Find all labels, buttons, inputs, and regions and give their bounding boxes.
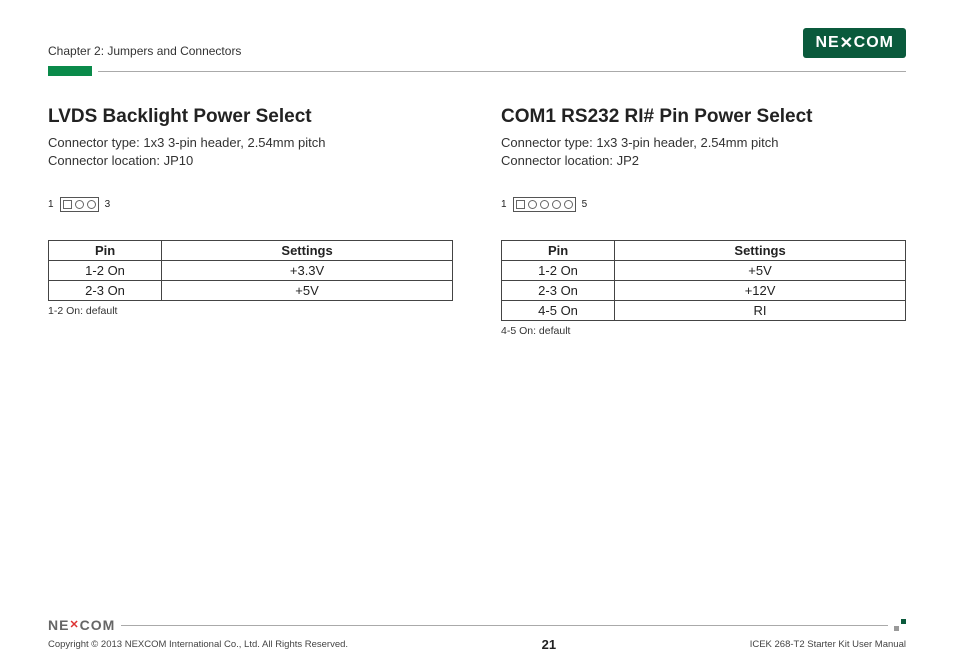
pin-icon xyxy=(552,200,561,209)
pin-label-start: 1 xyxy=(48,199,54,210)
settings-table: Pin Settings 1-2 On +5V 2-3 On +12V 4-5 … xyxy=(501,240,906,321)
settings-table: Pin Settings 1-2 On +3.3V 2-3 On +5V xyxy=(48,240,453,301)
section-title: LVDS Backlight Power Select xyxy=(48,106,453,128)
pin-label-start: 1 xyxy=(501,199,507,210)
pin-label-end: 5 xyxy=(582,199,588,210)
jumper-diagram: 1 3 xyxy=(48,197,453,212)
table-row: 2-3 On +12V xyxy=(502,281,906,301)
pin-icon xyxy=(87,200,96,209)
pin-icon xyxy=(63,200,72,209)
col-header-pin: Pin xyxy=(49,241,162,261)
corner-mark-icon xyxy=(894,619,906,631)
table-row: 1-2 On +5V xyxy=(502,261,906,281)
section-title: COM1 RS232 RI# Pin Power Select xyxy=(501,106,906,128)
col-header-settings: Settings xyxy=(162,241,453,261)
manual-name: ICEK 268-T2 Starter Kit User Manual xyxy=(750,639,906,650)
table-row: 4-5 On RI xyxy=(502,301,906,321)
pin-label-end: 3 xyxy=(105,199,111,210)
section-com1: COM1 RS232 RI# Pin Power Select Connecto… xyxy=(501,106,906,337)
default-note: 4-5 On: default xyxy=(501,325,906,337)
footer-divider: NE✕COM xyxy=(48,617,906,633)
connector-location: Connector location: JP2 xyxy=(501,152,906,170)
page-number: 21 xyxy=(542,637,556,652)
table-row: 2-3 On +5V xyxy=(49,281,453,301)
brand-logo-top: NE✕COM xyxy=(803,28,906,58)
section-lvds: LVDS Backlight Power Select Connector ty… xyxy=(48,106,453,337)
header-divider xyxy=(48,66,906,76)
pin-icon xyxy=(540,200,549,209)
pin-icon xyxy=(516,200,525,209)
jumper-diagram: 1 5 xyxy=(501,197,906,212)
table-row: 1-2 On +3.3V xyxy=(49,261,453,281)
pin-icon xyxy=(564,200,573,209)
brand-logo-bottom: NE✕COM xyxy=(48,617,115,633)
default-note: 1-2 On: default xyxy=(48,305,453,317)
connector-type: Connector type: 1x3 3-pin header, 2.54mm… xyxy=(48,134,453,152)
col-header-pin: Pin xyxy=(502,241,615,261)
col-header-settings: Settings xyxy=(615,241,906,261)
chapter-title: Chapter 2: Jumpers and Connectors xyxy=(48,44,241,58)
connector-type: Connector type: 1x3 3-pin header, 2.54mm… xyxy=(501,134,906,152)
copyright-text: Copyright © 2013 NEXCOM International Co… xyxy=(48,639,348,650)
connector-location: Connector location: JP10 xyxy=(48,152,453,170)
pin-icon xyxy=(528,200,537,209)
pin-icon xyxy=(75,200,84,209)
